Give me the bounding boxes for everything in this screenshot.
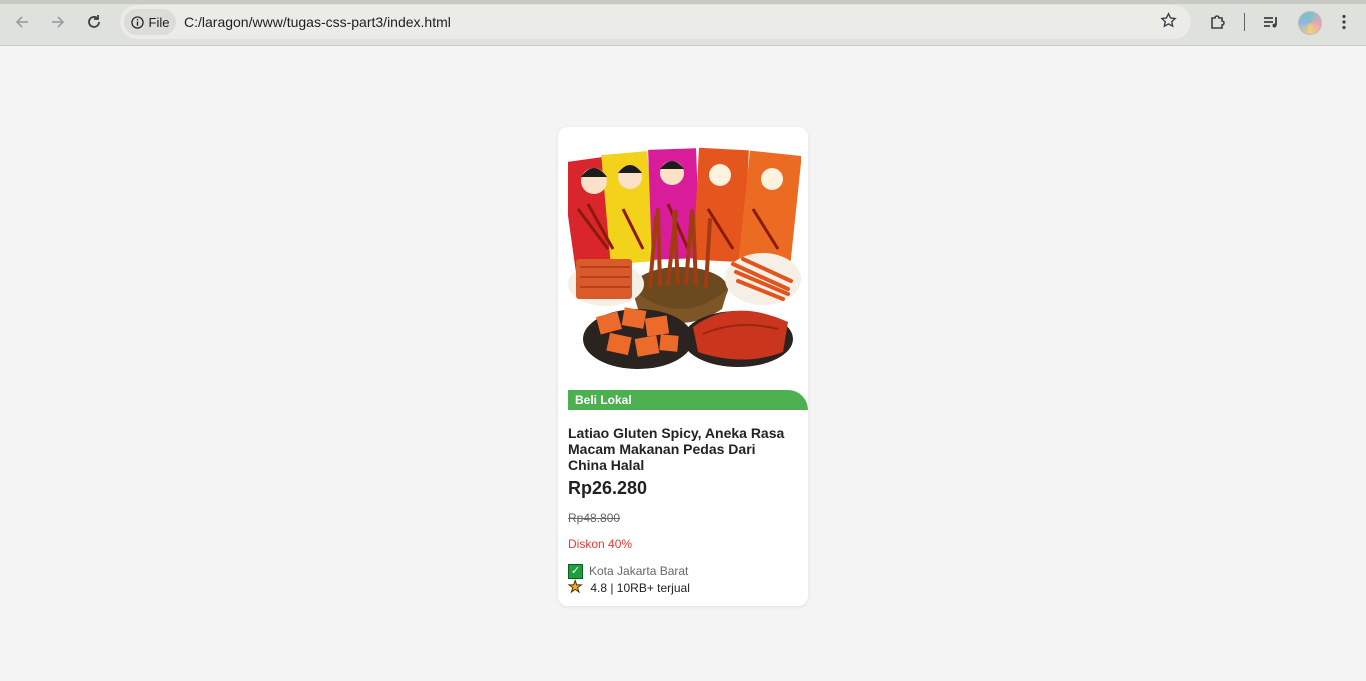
discount-label: Diskon 40% (568, 537, 633, 551)
original-price: Rp48.800 (568, 511, 621, 525)
local-badge: Beli Lokal (568, 390, 808, 410)
tab-strip (0, 0, 1366, 4)
rating-row: ★ 4.8 | 10RB+ terjual (567, 579, 690, 596)
info-icon (130, 15, 144, 29)
product-price: Rp26.280 (568, 478, 648, 498)
product-image (568, 147, 801, 369)
location-text: Kota Jakarta Barat (589, 564, 689, 578)
reload-button[interactable] (82, 10, 106, 34)
badge-label: Beli Lokal (575, 393, 632, 407)
star-outline-icon (1160, 12, 1177, 28)
arrow-right-icon (52, 16, 65, 28)
forward-button[interactable] (46, 10, 70, 34)
site-info-label: File (148, 14, 170, 30)
browser-toolbar: File C:/laragon/www/tugas-css-part3/inde… (0, 0, 1366, 46)
reload-icon (88, 15, 100, 28)
location-row: ✓ Kota Jakarta Barat (568, 563, 688, 579)
toolbar-divider (1244, 13, 1245, 31)
puzzle-icon (1211, 15, 1225, 29)
extensions-button[interactable] (1206, 10, 1230, 34)
product-card[interactable]: Beli Lokal Latiao Gluten Spicy, Aneka Ra… (558, 127, 808, 606)
rating-sold-text: 4.8 | 10RB+ terjual (590, 581, 690, 595)
site-info-chip[interactable]: File (124, 9, 176, 35)
back-button[interactable] (10, 10, 34, 34)
address-bar[interactable]: File C:/laragon/www/tugas-css-part3/inde… (120, 5, 1191, 39)
playlist-icon (1264, 17, 1277, 28)
star-icon: ★ (567, 579, 583, 596)
checkmark-icon: ✓ (568, 563, 583, 579)
bookmark-button[interactable] (1160, 12, 1177, 35)
browser-menu-button[interactable] (1332, 10, 1356, 34)
media-controls-button[interactable] (1259, 10, 1283, 34)
url-text[interactable]: C:/laragon/www/tugas-css-part3/index.htm… (184, 14, 451, 30)
arrow-left-icon (15, 16, 28, 28)
product-title[interactable]: Latiao Gluten Spicy, Aneka Rasa Macam Ma… (568, 425, 793, 473)
profile-avatar[interactable] (1298, 11, 1322, 35)
kebab-menu-icon (1342, 14, 1346, 30)
